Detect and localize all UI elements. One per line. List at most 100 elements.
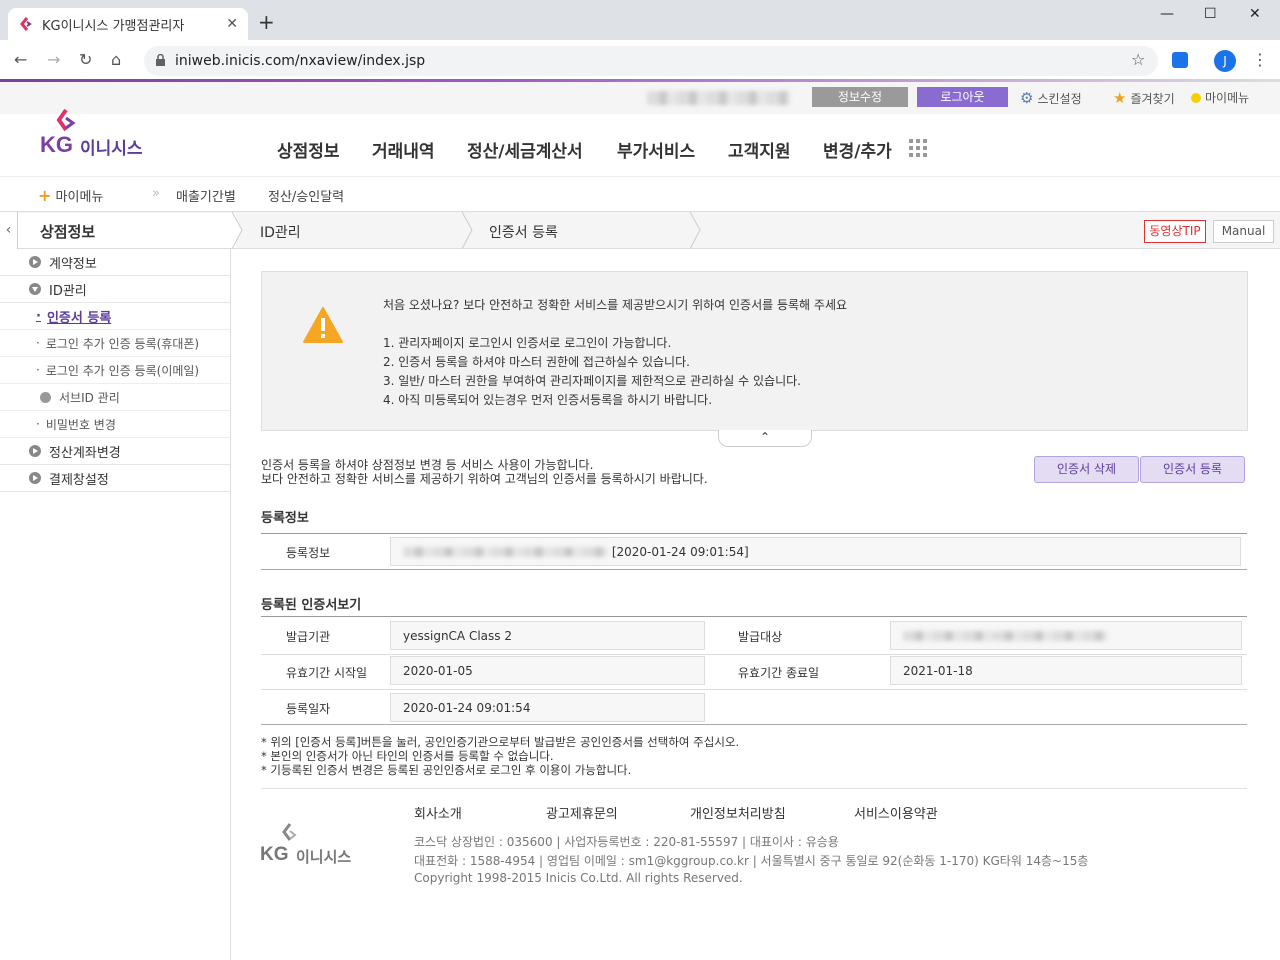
logout-button[interactable]: 로그아웃 [917, 87, 1008, 107]
cert-register-button[interactable]: 인증서 등록 [1140, 456, 1245, 483]
notice-line-2: 2. 인증서 등록을 하셔야 마스터 권한에 접근하실수 있습니다. [383, 355, 690, 369]
breadcrumb-store-info[interactable]: 상점정보 [18, 213, 236, 248]
sidebar-subitem-label: 비밀번호 변경 [45, 417, 116, 432]
profile-avatar[interactable]: J [1214, 50, 1236, 72]
quick-sales-period[interactable]: 매출기간별 [176, 186, 236, 205]
tab-title: KG이니시스 가맹점관리자 [42, 18, 185, 34]
sidebar-toggle-chevron-icon[interactable]: ‹ [0, 212, 18, 249]
sidebar-item-id-manage[interactable]: ID관리 [0, 276, 230, 303]
sidebar-subitem-cert-register[interactable]: · 인증서 등록 [0, 303, 230, 330]
footer-divider [261, 788, 1247, 789]
my-menu-link[interactable]: 마이메뉴 [1191, 89, 1249, 106]
sidebar-item-contract[interactable]: 계약정보 [0, 249, 230, 276]
sidebar-subitem-label: 로그인 추가 인증 등록(이메일) [45, 363, 200, 378]
valid-end-label: 유효기간 종료일 [738, 666, 820, 680]
breadcrumb-separator-icon [232, 212, 243, 249]
divider [261, 533, 1247, 534]
logo-kg: KG [40, 132, 73, 157]
description-line-2: 보다 안전하고 정확한 서비스를 제공하기 위하여 고객님의 인증서를 등록하시… [261, 472, 708, 486]
breadcrumb-separator-icon [690, 212, 701, 249]
inicis-favicon-icon [18, 16, 34, 32]
logo-name: 이니시스 [80, 139, 143, 159]
sidebar-item-payment-window[interactable]: 결제창설정 [0, 465, 230, 492]
valid-start-value: 2020-01-05 [390, 656, 705, 685]
quick-menu-bar: + 마이메뉴 » 매출기간별 정산/승인달력 [0, 176, 1280, 212]
back-icon[interactable]: ← [14, 50, 27, 70]
gear-icon: ⚙ [1020, 89, 1034, 107]
breadcrumb-id-manage[interactable]: ID관리 [260, 222, 301, 242]
footer-info-1: 코스닥 상장법인 : 035600 | 사업자등록번호 : 220-81-555… [414, 835, 839, 849]
bullet-icon: · [36, 363, 40, 377]
sidebar-subitem-password[interactable]: · 비밀번호 변경 [0, 411, 230, 438]
footer-link-privacy[interactable]: 개인정보처리방침 [690, 803, 786, 822]
gnb-store-info[interactable]: 상점정보 [277, 137, 340, 162]
kg-inicis-logo[interactable]: KG 이니시스 [40, 108, 155, 162]
gnb-change-add[interactable]: 변경/추가 [823, 137, 892, 162]
breadcrumb-cert-register[interactable]: 인증서 등록 [489, 222, 558, 242]
browser-tab[interactable]: KG이니시스 가맹점관리자 ✕ [8, 8, 248, 40]
skin-settings-link[interactable]: ⚙ 스킨설정 [1020, 89, 1082, 107]
tab-close-icon[interactable]: ✕ [226, 16, 238, 32]
all-menu-grid-icon[interactable] [909, 139, 927, 157]
cert-delete-button[interactable]: 인증서 삭제 [1034, 456, 1139, 483]
bullet-icon: · [36, 308, 41, 324]
footnote-3: * 기등록된 인증서 변경은 등록된 공인인증서로 로그인 후 이용이 가능합니… [261, 763, 632, 777]
info-edit-button[interactable]: 정보수정 [812, 87, 908, 107]
footer-link-company[interactable]: 회사소개 [414, 803, 462, 822]
breadcrumb-separator-icon [462, 212, 473, 249]
reg-date-value: 2020-01-24 09:01:54 [390, 693, 705, 722]
menu-kebab-icon[interactable]: ⋮ [1252, 50, 1268, 69]
sidebar-item-settlement-account[interactable]: 정산계좌변경 [0, 438, 230, 465]
notice-collapse-button[interactable]: ⌃ [718, 430, 812, 447]
cert-view-title: 등록된 인증서보기 [261, 598, 362, 613]
sidebar-subitem-phone-auth[interactable]: · 로그인 추가 인증 등록(휴대폰) [0, 330, 230, 357]
footer-logo-kg: KG [260, 844, 289, 865]
footer-logo-name: 이니시스 [296, 848, 352, 866]
chevron-up-icon: ⌃ [759, 430, 771, 444]
chevron-right-icon [29, 472, 41, 484]
home-icon[interactable]: ⌂ [111, 50, 121, 70]
sidebar-subitem-email-auth[interactable]: · 로그인 추가 인증 등록(이메일) [0, 357, 230, 384]
chevron-down-icon [29, 283, 41, 295]
url-text[interactable]: iniweb.inicis.com/nxaview/index.jsp [175, 53, 425, 69]
issuer-value: yessignCA Class 2 [390, 621, 705, 650]
gnb-transactions[interactable]: 거래내역 [372, 137, 435, 162]
footer-link-terms[interactable]: 서비스이용약관 [854, 803, 938, 822]
forward-icon[interactable]: → [47, 50, 60, 70]
extension-icon[interactable] [1172, 52, 1188, 68]
sidebar-subitem-sub-id[interactable]: 서브ID 관리 [0, 384, 230, 411]
new-tab-button[interactable]: + [258, 12, 275, 32]
my-menu-quick-label: 마이메뉴 [55, 190, 104, 205]
reg-info-value: [2020-01-24 09:01:54] [390, 537, 1241, 566]
gnb-extra-services[interactable]: 부가서비스 [617, 137, 695, 162]
gnb-settlement[interactable]: 정산/세금계산서 [467, 137, 583, 162]
favorites-link[interactable]: ★ 즐겨찾기 [1113, 89, 1175, 107]
bookmark-star-icon[interactable]: ☆ [1131, 50, 1145, 69]
divider [261, 654, 1247, 655]
footer-logo: KG 이니시스 [260, 822, 360, 870]
subject-label: 발급대상 [738, 630, 783, 644]
quick-settlement-calendar[interactable]: 정산/승인달력 [268, 186, 344, 205]
blurred-value [403, 547, 608, 557]
minimize-icon[interactable]: — [1160, 6, 1174, 22]
my-menu-quick[interactable]: + 마이메뉴 [38, 186, 103, 205]
valid-end-value: 2021-01-18 [890, 656, 1242, 685]
sidebar-item-label: 결제창설정 [49, 472, 109, 488]
bullet-icon: · [36, 336, 40, 350]
reload-icon[interactable]: ↻ [79, 50, 92, 70]
notice-line-1: 1. 관리자페이지 로그인시 인증서로 로그인이 가능합니다. [383, 336, 672, 350]
window-close-icon[interactable]: ✕ [1249, 6, 1261, 22]
star-icon: ★ [1113, 89, 1127, 107]
video-tip-button[interactable]: 동영상TIP [1144, 220, 1206, 243]
maximize-icon[interactable]: ☐ [1204, 6, 1217, 22]
plus-icon: + [38, 186, 52, 205]
chevron-right-icon [29, 445, 41, 457]
sidebar-item-label: 계약정보 [49, 256, 97, 272]
footer-link-ad[interactable]: 광고제휴문의 [546, 803, 618, 822]
gnb-customer-support[interactable]: 고객지원 [728, 137, 791, 162]
valid-start-label: 유효기간 시작일 [286, 666, 368, 680]
footer-info-2: 대표전화 : 1588-4954 | 영업팀 이메일 : sm1@kggroup… [414, 854, 1089, 868]
manual-button[interactable]: Manual [1213, 220, 1274, 243]
lock-icon [156, 54, 165, 66]
notice-line-4: 4. 아직 미등록되어 있는경우 먼저 인증서등록을 하시기 바랍니다. [383, 393, 713, 407]
